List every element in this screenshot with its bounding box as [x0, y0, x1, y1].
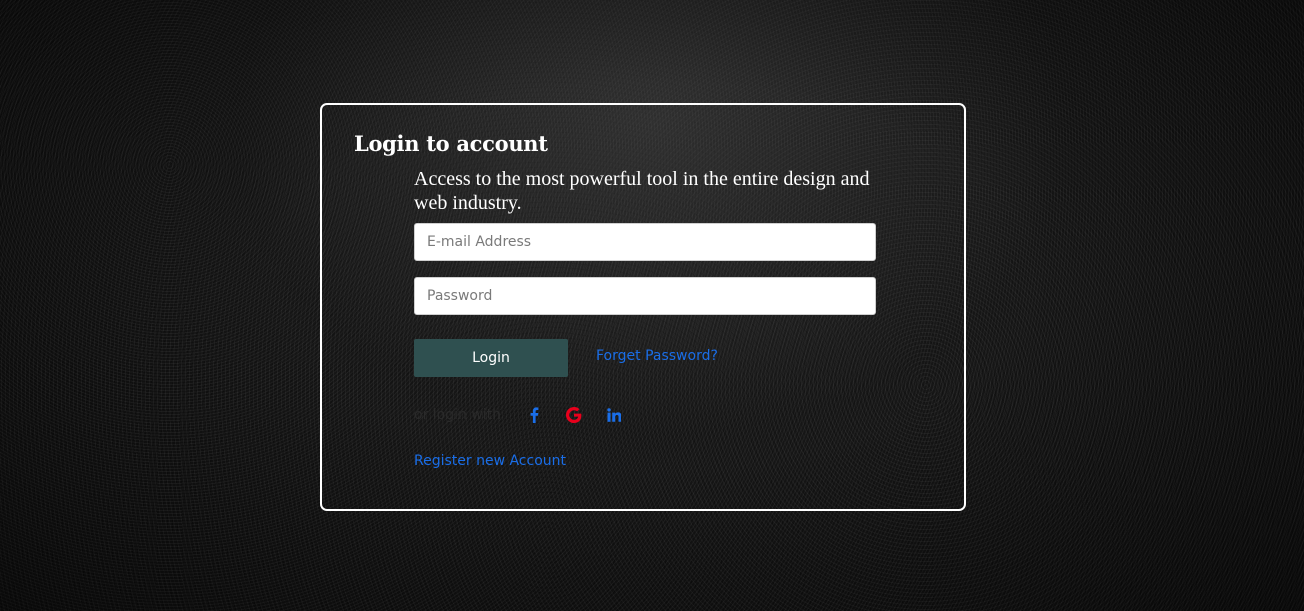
linkedin-icon[interactable]	[603, 404, 625, 426]
login-button[interactable]: Login	[414, 339, 568, 377]
login-subtitle: Access to the most powerful tool in the …	[414, 168, 870, 214]
social-login-row: or login with	[414, 403, 643, 427]
email-field[interactable]	[414, 223, 876, 261]
login-title: Login to account	[354, 131, 548, 156]
facebook-icon[interactable]	[523, 404, 545, 426]
google-icon[interactable]	[563, 404, 585, 426]
login-card: Login to account Access to the most powe…	[320, 103, 966, 511]
password-field[interactable]	[414, 277, 876, 315]
social-login-label: or login with	[414, 407, 502, 423]
forget-password-link[interactable]: Forget Password?	[596, 348, 718, 364]
register-link[interactable]: Register new Account	[414, 453, 566, 469]
